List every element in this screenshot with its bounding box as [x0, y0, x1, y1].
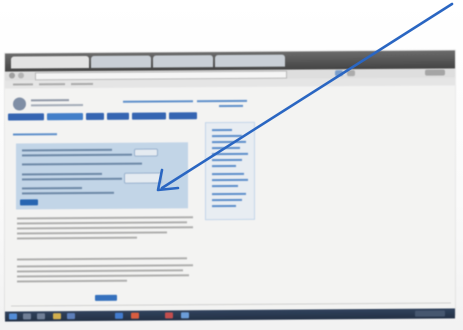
body-text [17, 221, 187, 225]
nav-item[interactable] [86, 112, 104, 121]
site-logo [13, 97, 26, 111]
toolbar-icon[interactable] [347, 70, 355, 77]
sidebar-link[interactable] [212, 178, 248, 182]
task-view-icon[interactable] [37, 313, 45, 320]
sidebar-link[interactable] [212, 184, 238, 188]
sidebar-link[interactable] [212, 198, 242, 202]
form-label [22, 162, 142, 166]
sidebar-link[interactable] [212, 146, 240, 150]
form-label [22, 177, 122, 181]
form-field[interactable] [124, 172, 162, 184]
file-explorer-icon[interactable] [53, 313, 61, 320]
body-text [17, 269, 183, 273]
search-icon[interactable] [23, 313, 31, 320]
sidebar-link[interactable] [212, 140, 246, 144]
continue-button[interactable] [95, 294, 117, 301]
store-icon[interactable] [67, 313, 75, 320]
header-links[interactable] [123, 100, 193, 103]
nav-item-active[interactable] [47, 113, 83, 121]
site-tagline [31, 104, 83, 107]
body-text [17, 257, 187, 261]
main-navigation [8, 112, 200, 121]
monitor-screen [5, 50, 455, 322]
site-name [31, 99, 69, 102]
submit-button[interactable] [20, 199, 38, 206]
sidebar-link[interactable] [212, 172, 244, 176]
form-panel [16, 142, 188, 210]
nav-item[interactable] [132, 112, 166, 120]
office-icon[interactable] [165, 312, 173, 319]
browser-tab[interactable] [215, 54, 285, 68]
mail-icon[interactable] [115, 312, 123, 319]
browser-tab[interactable] [153, 55, 213, 68]
bookmarks-bar [5, 77, 455, 89]
body-text [17, 264, 193, 268]
body-text [17, 226, 193, 230]
body-text [17, 231, 167, 235]
media-icon[interactable] [181, 312, 189, 319]
toolbar-icon[interactable] [425, 69, 445, 76]
sidebar-link[interactable] [212, 152, 248, 156]
page-heading [13, 133, 57, 136]
forward-icon[interactable] [18, 72, 24, 79]
form-label [22, 191, 114, 195]
sidebar-link[interactable] [212, 204, 236, 208]
system-tray[interactable] [415, 310, 445, 317]
nav-item[interactable] [8, 113, 44, 121]
body-text [17, 274, 189, 278]
footer-divider [11, 302, 451, 307]
browser-tab[interactable] [11, 55, 89, 69]
nav-item[interactable] [169, 112, 197, 120]
sidebar-link[interactable] [212, 192, 246, 196]
browser-icon[interactable] [131, 312, 139, 319]
toolbar-icon[interactable] [335, 70, 343, 77]
header-links[interactable] [219, 104, 243, 108]
header-links[interactable] [197, 99, 247, 103]
windows-start-icon[interactable] [9, 313, 17, 320]
sidebar-heading [212, 128, 232, 132]
sidebar-link[interactable] [212, 158, 242, 162]
sidebar [205, 121, 255, 221]
body-text [17, 236, 137, 240]
nav-item[interactable] [107, 112, 129, 120]
form-label [22, 153, 132, 157]
form-label [22, 148, 112, 152]
form-label [22, 172, 102, 176]
browser-tab[interactable] [91, 55, 151, 68]
form-field[interactable] [134, 148, 158, 157]
form-label [22, 187, 82, 190]
back-icon[interactable] [9, 72, 15, 79]
sidebar-link[interactable] [212, 164, 236, 168]
body-text [17, 216, 193, 220]
body-text [17, 279, 127, 283]
sidebar-link[interactable] [212, 134, 242, 138]
